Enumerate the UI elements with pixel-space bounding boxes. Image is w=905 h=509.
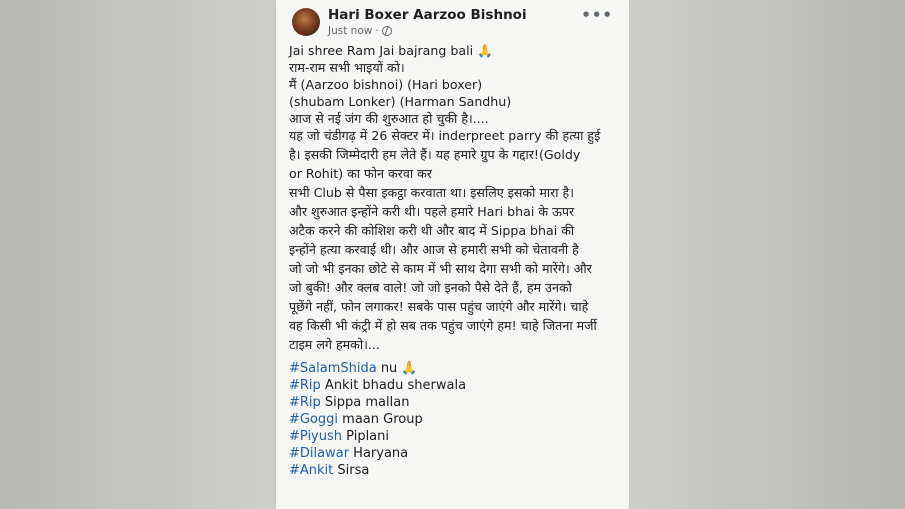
hashtag-text: Ankit bhadu sherwala bbox=[320, 378, 467, 393]
post-line: जो बुकी! और क्लब वाले! जो जो इनको पैसे द… bbox=[289, 280, 572, 295]
facebook-post-card: Hari Boxer Aarzoo Bishnoi Just now · •••… bbox=[276, 0, 629, 509]
post-line: है। इसकी जिम्मेदारी हम लेते हैं। यह हमार… bbox=[289, 147, 581, 162]
hashtag-text: Haryana bbox=[349, 446, 409, 461]
meta-separator: · bbox=[375, 25, 379, 37]
post-line: मैं (Aarzoo bishnoi) (Hari boxer) bbox=[289, 77, 483, 92]
hashtag-line: #SalamShida nu 🙏 bbox=[289, 360, 624, 377]
globe-icon bbox=[381, 26, 392, 36]
post-header: Hari Boxer Aarzoo Bishnoi Just now · ••• bbox=[276, 0, 629, 40]
hashtag-link[interactable]: #Rip bbox=[289, 395, 321, 410]
hashtag-text: Sippa mallan bbox=[320, 395, 410, 410]
background-left bbox=[0, 0, 276, 509]
post-meta: Just now · bbox=[328, 25, 392, 37]
post-line: राम-राम सभी भाइयों को। bbox=[289, 60, 405, 75]
post-line: आज से नई जंग की शुरुआत हो चुकी है।.... bbox=[289, 111, 489, 126]
hashtag-text: maan Group bbox=[338, 412, 423, 427]
hashtag-link[interactable]: #Ankit bbox=[289, 463, 333, 478]
hashtag-line: #Rip Ankit bhadu sherwala bbox=[289, 377, 624, 394]
hashtag-link[interactable]: #Goggi bbox=[289, 412, 338, 427]
post-line: (shubam Lonker) (Harman Sandhu) bbox=[289, 94, 512, 109]
author-avatar[interactable] bbox=[292, 8, 320, 36]
post-line: यह जो चंडीगढ़ में 26 सेक्टर में। inderpr… bbox=[289, 128, 601, 143]
post-line: टाइम लगे हमको।... bbox=[289, 337, 380, 352]
post-line: or Rohit) का फोन करवा कर bbox=[289, 166, 432, 181]
hashtag-line: #Dilawar Haryana bbox=[289, 445, 624, 462]
hashtag-link[interactable]: #Rip bbox=[289, 378, 321, 393]
post-line: इन्होंने हत्या करवाई थी। और आज से हमारी … bbox=[289, 242, 579, 257]
post-line: पूछेंगे नहीं, फोन लगाकर! सबके पास पहुंच … bbox=[289, 299, 589, 314]
background-right bbox=[629, 0, 905, 509]
hashtag-text: Piplani bbox=[342, 429, 389, 444]
post-line: Jai shree Ram Jai bajrang bali 🙏 bbox=[289, 43, 493, 58]
hashtag-line: #Rip Sippa mallan bbox=[289, 394, 624, 411]
hashtag-link[interactable]: #Dilawar bbox=[289, 446, 349, 461]
more-options-icon[interactable]: ••• bbox=[581, 6, 613, 24]
post-body: Jai shree Ram Jai bajrang bali 🙏 राम-राम… bbox=[289, 42, 624, 479]
post-line: जो जो भी इनका छोटे से काम में भी साथ देग… bbox=[289, 261, 592, 276]
hashtag-line: #Ankit Sirsa bbox=[289, 462, 624, 479]
post-line: और शुरुआत इन्होंने करी थी। पहले हमारे Ha… bbox=[289, 204, 575, 219]
post-line: सभी Club से पैसा इकट्ठा करवाता था। इसलिए… bbox=[289, 185, 575, 200]
hashtag-line: #Goggi maan Group bbox=[289, 411, 624, 428]
hashtag-list: #SalamShida nu 🙏 #Rip Ankit bhadu sherwa… bbox=[289, 360, 624, 479]
hashtag-line: #Piyush Piplani bbox=[289, 428, 624, 445]
hashtag-text: nu 🙏 bbox=[376, 361, 418, 376]
hashtag-link[interactable]: #SalamShida bbox=[289, 361, 377, 376]
hashtag-text: Sirsa bbox=[333, 463, 370, 478]
author-name[interactable]: Hari Boxer Aarzoo Bishnoi bbox=[328, 7, 527, 23]
post-line: अटैक करने की कोशिश करी थी और बाद में Sip… bbox=[289, 223, 575, 238]
hashtag-link[interactable]: #Piyush bbox=[289, 429, 342, 444]
post-timestamp[interactable]: Just now bbox=[328, 25, 372, 37]
post-line: वह किसी भी कंट्री में हो सब तक पहुंच जाए… bbox=[289, 318, 597, 333]
